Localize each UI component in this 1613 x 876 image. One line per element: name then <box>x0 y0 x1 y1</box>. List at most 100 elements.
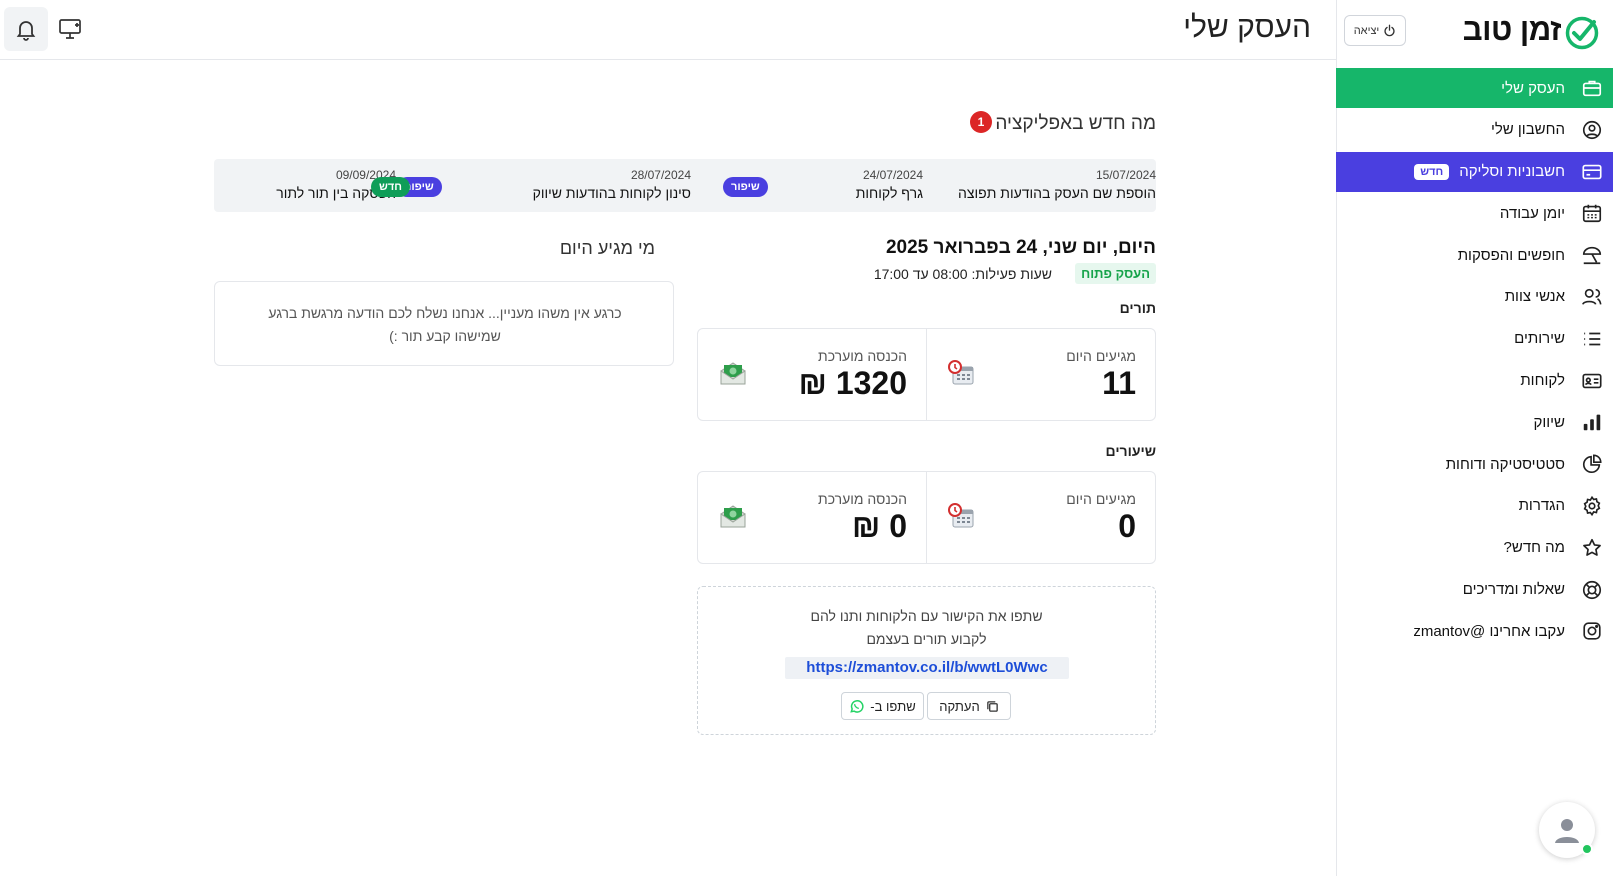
working-hours: שעות פעילות: 08:00 עד 17:00 <box>873 266 1052 282</box>
credit-card-icon <box>1581 161 1603 183</box>
instagram-icon <box>1581 620 1603 642</box>
copy-label: העתקה <box>939 698 980 714</box>
sidebar-item-label: העסק שלי <box>1501 79 1565 97</box>
sidebar-item-my-business[interactable]: העסק שלי <box>1336 68 1613 108</box>
sidebar-item-label: יומן עבודה <box>1499 204 1565 222</box>
empty-line: שמישהו קבע תור :) <box>389 328 501 344</box>
calendar-clock-icon <box>948 503 974 528</box>
sidebar-item-work-calendar[interactable]: יומן עבודה <box>1336 193 1613 233</box>
stat-label: מגיעים היום <box>1066 348 1136 364</box>
stat-value: 11 <box>1102 365 1136 401</box>
logout-label: יציאה <box>1353 24 1380 37</box>
sidebar-item-label: הגדרות <box>1518 497 1565 515</box>
arrivals-box: כרגע אין משהו מעניין... אנחנו נשלח לכם ה… <box>214 281 674 366</box>
copy-button[interactable]: העתקה <box>927 692 1011 720</box>
sidebar-item-label: לקוחות <box>1520 372 1565 390</box>
copy-icon <box>986 700 998 712</box>
appointments-section-label: תורים <box>1119 300 1156 316</box>
sidebar-item-statistics[interactable]: סטטיסטיקה ודוחות <box>1336 444 1613 484</box>
news-text: סינון לקוחות בהודעות שיווק <box>532 185 691 201</box>
beach-umbrella-icon <box>1581 244 1603 266</box>
share-text-line: לקבוע תורים בעצמם <box>866 631 987 647</box>
news-item[interactable]: 15/07/2024 הוספת שם העסק בהודעות תפוצה <box>936 159 1156 212</box>
power-icon <box>1384 24 1395 37</box>
screen-share-button[interactable] <box>58 16 84 42</box>
booking-link[interactable]: https://zmantov.co.il/b/wwtL0Wwc <box>785 657 1069 679</box>
sidebar-item-label: שירותים <box>1514 330 1565 348</box>
new-badge: חדש <box>371 177 410 197</box>
stat-value: 0 ₪ <box>852 508 907 544</box>
classes-arrivals: מגיעים היום 0 <box>926 472 1155 563</box>
appointments-income: הכנסה מוערכת 1320 ₪ <box>698 329 927 420</box>
sidebar-item-label: שאלות ומדריכים <box>1462 581 1565 599</box>
sidebar-item-services[interactable]: שירותים <box>1336 319 1613 359</box>
logo-check-icon <box>1565 16 1599 50</box>
money-envelope-icon <box>720 362 746 385</box>
sidebar-item-label: סטטיסטיקה ודוחות <box>1445 455 1565 473</box>
sidebar-item-instagram[interactable]: עקבו אחרינו @zmantov <box>1336 611 1613 651</box>
improvement-badge: שיפור <box>723 177 768 197</box>
stat-label: מגיעים היום <box>1066 491 1136 507</box>
share-text-line: שתפו את הקישור עם הלקוחות ותנו להם <box>810 608 1043 624</box>
gear-icon <box>1581 495 1603 517</box>
logo-row: זמן טוב יציאה <box>1336 0 1613 64</box>
classes-income: הכנסה מוערכת 0 ₪ <box>698 472 927 563</box>
sidebar-item-label: אנשי צוות <box>1504 288 1565 306</box>
news-text: גרף לקוחות <box>855 185 923 201</box>
sidebar-item-whats-new[interactable]: מה חדש? <box>1336 528 1613 568</box>
share-description: שתפו את הקישור עם הלקוחות ותנו להם לקבוע… <box>698 605 1155 651</box>
news-date: 24/07/2024 <box>862 168 923 182</box>
arrivals-title: מי מגיע היום <box>559 238 655 258</box>
sidebar-item-settings[interactable]: הגדרות <box>1336 486 1613 526</box>
lifebuoy-icon <box>1581 579 1603 601</box>
online-status-dot <box>1581 843 1593 855</box>
news-date: 28/07/2024 <box>630 168 691 182</box>
sidebar-item-invoices[interactable]: חשבוניות וסליקה חדש <box>1336 151 1613 192</box>
monitor-icon <box>59 19 81 39</box>
money-envelope-icon <box>720 505 746 528</box>
arrivals-empty-message: כרגע אין משהו מעניין... אנחנו נשלח לכם ה… <box>245 302 645 348</box>
brand-name: זמן טוב <box>1462 12 1562 47</box>
briefcase-icon <box>1581 77 1603 99</box>
classes-stats: מגיעים היום 0 הכנסה מוערכת 0 ₪ <box>697 471 1156 564</box>
sidebar-item-faq[interactable]: שאלות ומדריכים <box>1336 570 1613 610</box>
notifications-button[interactable] <box>4 7 48 51</box>
whats-new-strip[interactable]: 15/07/2024 הוספת שם העסק בהודעות תפוצה 2… <box>214 159 1156 212</box>
news-item[interactable]: 28/07/2024 סינון לקוחות בהודעות שיווק שי… <box>397 159 691 212</box>
whatsapp-share-button[interactable]: שתפו ב- <box>841 692 924 720</box>
sidebar-item-team[interactable]: אנשי צוות <box>1336 277 1613 317</box>
news-item[interactable]: 24/07/2024 גרף לקוחות שיפור <box>723 159 923 212</box>
user-avatar[interactable] <box>1539 802 1595 858</box>
top-header: העסק שלי <box>0 0 1336 60</box>
pie-chart-icon <box>1581 453 1603 475</box>
bar-chart-icon <box>1581 411 1603 433</box>
whats-new-title: מה חדש באפליקציה <box>995 113 1156 134</box>
sidebar-item-customers[interactable]: לקוחות <box>1336 361 1613 401</box>
star-icon <box>1581 537 1603 559</box>
stat-label: הכנסה מוערכת <box>818 491 907 507</box>
logout-button[interactable]: יציאה <box>1344 15 1406 46</box>
calendar-icon <box>1581 202 1603 224</box>
sidebar-item-vacations[interactable]: חופשים והפסקות <box>1336 235 1613 275</box>
business-open-badge: העסק פתוח <box>1075 263 1156 284</box>
stat-value: 0 <box>1118 508 1136 544</box>
sidebar-item-label: חשבוניות וסליקה <box>1459 163 1565 181</box>
news-text: הוספת שם העסק בהודעות תפוצה <box>958 185 1156 201</box>
contact-card-icon <box>1581 370 1603 392</box>
stat-value: 1320 ₪ <box>798 365 907 401</box>
bell-icon <box>16 21 36 41</box>
sidebar-item-my-account[interactable]: החשבון שלי <box>1336 110 1613 150</box>
sidebar-item-label: עקבו אחרינו @zmantov <box>1413 622 1565 640</box>
news-item[interactable]: 09/09/2024 הפסקה בין תור לתור <box>214 159 396 212</box>
sidebar-item-marketing[interactable]: שיווק <box>1336 402 1613 442</box>
classes-section-label: שיעורים <box>1105 443 1156 459</box>
calendar-clock-icon <box>948 360 974 385</box>
whatsapp-share-label: שתפו ב- <box>870 698 916 714</box>
empty-line: כרגע אין משהו מעניין... אנחנו נשלח לכם ה… <box>268 305 622 321</box>
whatsapp-icon <box>850 699 864 713</box>
appointments-arrivals: מגיעים היום 11 <box>926 329 1155 420</box>
sidebar-item-label: חופשים והפסקות <box>1457 246 1565 264</box>
list-icon <box>1581 328 1603 350</box>
appointments-stats: מגיעים היום 11 הכנסה מוערכת 1320 ₪ <box>697 328 1156 421</box>
stat-label: הכנסה מוערכת <box>818 348 907 364</box>
